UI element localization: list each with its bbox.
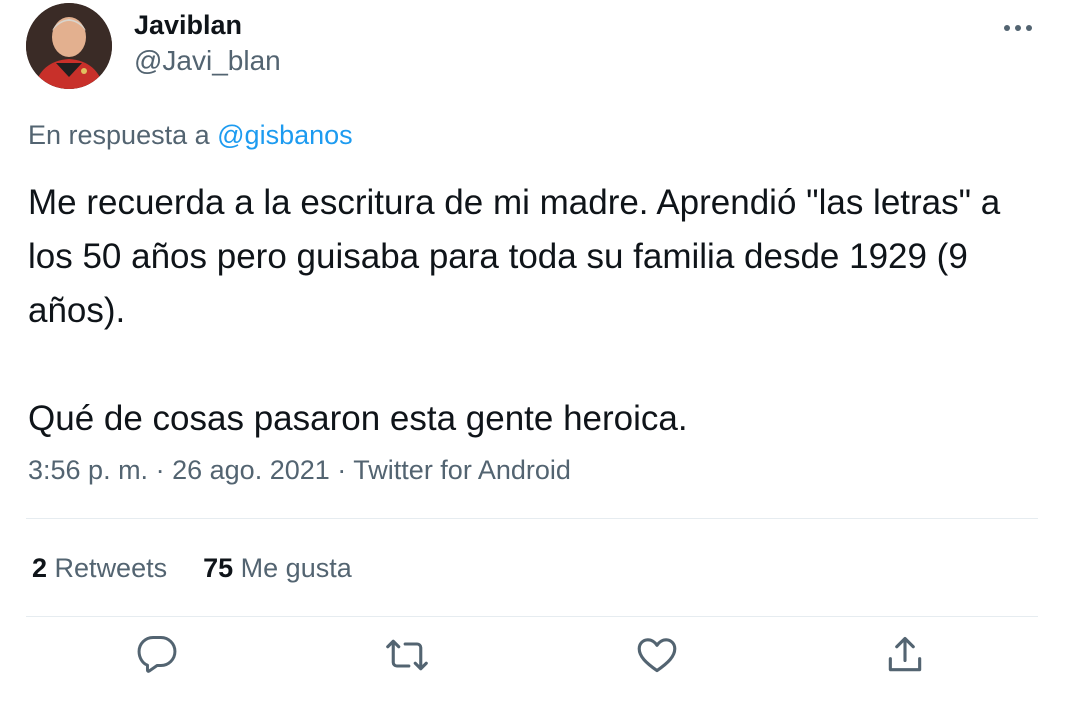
- reply-bubble-icon: [137, 636, 177, 673]
- author-name[interactable]: Javiblan: [134, 8, 242, 42]
- meta-separator: ·: [155, 455, 165, 485]
- likes-stat[interactable]: 75 Me gusta: [203, 550, 352, 586]
- tweet-paragraph: Qué de cosas pasaron esta gente heroica.: [28, 399, 688, 438]
- share-button[interactable]: [880, 630, 930, 680]
- avatar-image: [26, 3, 112, 89]
- likes-label: Me gusta: [240, 553, 352, 583]
- tweet-time[interactable]: 3:56 p. m.: [28, 455, 148, 485]
- likes-count: 75: [203, 553, 234, 583]
- heart-icon: [637, 638, 677, 673]
- retweets-stat[interactable]: 2 Retweets: [32, 550, 167, 586]
- divider: [26, 616, 1038, 617]
- author-handle[interactable]: @Javi_blan: [134, 44, 281, 78]
- retweets-label: Retweets: [54, 553, 168, 583]
- tweet-text: Me recuerda a la escritura de mi madre. …: [28, 176, 1038, 446]
- tweet-metadata: 3:56 p. m. · 26 ago. 2021 · Twitter for …: [28, 452, 571, 488]
- reply-button[interactable]: [132, 630, 182, 680]
- divider: [26, 518, 1038, 519]
- meta-separator: ·: [337, 455, 347, 485]
- tweet-paragraph: Me recuerda a la escritura de mi madre. …: [28, 183, 1001, 330]
- like-button[interactable]: [632, 630, 682, 680]
- avatar[interactable]: [26, 3, 112, 89]
- reply-prefix: En respuesta a: [28, 120, 210, 150]
- retweets-count: 2: [32, 553, 48, 583]
- more-options-button[interactable]: [996, 14, 1040, 42]
- tweet-source[interactable]: Twitter for Android: [353, 455, 571, 485]
- more-horizontal-icon-dot: [1026, 25, 1032, 31]
- tweet-date[interactable]: 26 ago. 2021: [172, 455, 330, 485]
- reply-context: En respuesta a @gisbanos: [28, 118, 353, 152]
- more-horizontal-icon: [1004, 25, 1010, 31]
- more-horizontal-icon-dot: [1015, 25, 1021, 31]
- share-icon: [888, 636, 922, 672]
- reply-mention-link[interactable]: @gisbanos: [217, 120, 353, 150]
- retweet-button[interactable]: [382, 630, 432, 680]
- tweet-card: Javiblan @Javi_blan En respuesta a @gisb…: [0, 0, 1070, 710]
- tweet-stats: 2 Retweets 75 Me gusta: [32, 550, 352, 586]
- retweet-icon: [386, 639, 428, 671]
- action-bar: [0, 630, 1070, 684]
